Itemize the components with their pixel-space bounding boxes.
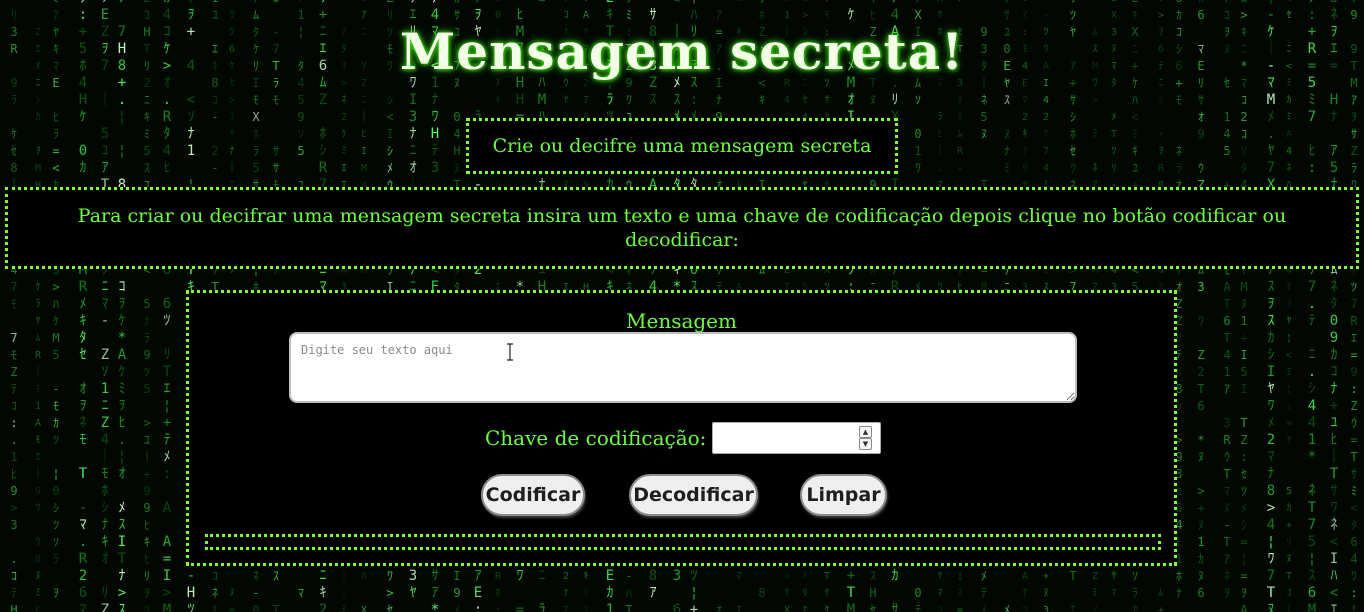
rain-column: ﾐ ｱ ﾔ ｷ ﾏ E ﾋ ﾗ = < ｶ E ﾅ ｼ R 3 > ﾊ ｹ M … — [52, 0, 60, 600]
instructions-text: Para criar ou decifrar uma mensagem secr… — [77, 205, 1287, 251]
rain-column: ﾂ E Z ｦ 7 ｜ 5 ﾕ ｱ T = ｦ ﾘ T ﾀ ﾆ ﾏ - Z ｿ … — [98, 0, 112, 612]
rain-column: ﾃ ｺ ｦ ﾇ ｾ 1 4 5 + ｜ E 8 ｾ A T 6 T 4 1 ｱ … — [1221, 0, 1233, 600]
result-output — [205, 534, 1161, 550]
clear-button[interactable]: Limpar — [800, 474, 887, 516]
message-label: Mensagem — [626, 309, 737, 333]
rain-column: ｼ : + R = 5 ﾐ 7 ﾋ : * ﾐ ｦ ｻ ｿ 7 . ﾃ ﾆ . … — [1307, 0, 1317, 612]
key-row: Chave de codificação: ▲ ▼ — [189, 422, 1174, 456]
key-spinner[interactable]: ▲ ▼ — [859, 426, 872, 450]
instructions-box: Para criar ou decifrar uma mensagem secr… — [5, 187, 1359, 269]
decode-button[interactable]: Decodificar — [629, 474, 758, 516]
encode-button[interactable]: Codificar — [481, 474, 585, 516]
chevron-up-icon[interactable]: ▲ — [859, 426, 872, 438]
key-number-input[interactable] — [712, 422, 881, 454]
rain-column: ｽ 6 ﾏ E ﾘ ｻ ｵ 9 ｳ Z Z ﾗ ｾ ﾑ 3 ﾜ Z 2 T 6 … — [1197, 0, 1205, 600]
subtitle-text: Crie ou decifre uma mensagem secreta — [492, 135, 872, 157]
rain-column: Z ｴ ｵ ﾆ ｼ ｶ ｦ M H ﾎ ｶ ﾇ ﾓ * ｹ ﾗ ﾔ ﾑ R ｜ … — [33, 27, 43, 612]
rain-column: ｶ 4 ｺ ｹ > ｵ . R ﾀ 4 ﾋ . 2 = ﾀ ｦ 8 6 ﾂ ﾘ … — [162, 0, 172, 612]
rain-column: ﾂ 7 H 8 + . ¦ ¦ 8 ｺ I 0 ｺ ｦ ｹ * A ｹ ﾐ ｦ … — [117, 0, 127, 612]
page-title: Mensagem secreta! — [399, 22, 965, 81]
rain-column: ｦ : + 5 ﾎ 4 H ｹ 0 ｶ ﾊ ｷ X * M R ﾒ ｷ ﾀ ｾ … — [78, 0, 88, 612]
rain-column: 2 ｺ H T ﾘ 2 ﾆ ｷ ﾐ 5 ｽ ﾕ - ¦ ｦ < 5 ﾅ ﾗ 9 … — [140, 0, 153, 612]
rain-column: ﾘ 3 R 9 ﾗ ｹ ｾ 8 ｜ 1 T ｶ = 4 7 ﾓ 7 ﾓ Z ﾃ … — [7, 8, 20, 612]
cipher-form: Mensagem Chave de codificação: ▲ ▼ Codif… — [186, 290, 1177, 566]
chevron-down-icon[interactable]: ▼ — [859, 438, 872, 450]
rain-column: ﾑ > ｷ ﾆ * ﾏ ｺ 2 ｺ ｿ ﾀ 4 A ｷ ｴ ｳ ﾔ M ﾇ 1 … — [1240, 0, 1248, 612]
rain-column: 4 ｾ ﾆ < ﾐ ｶ ﾐ A 4 ﾈ ﾊ ｶ ¦ ﾑ I 4 ｾ ｦ ﾔ ¦ … — [1284, 0, 1294, 612]
rain-column: ｿ 9 9 T M ｱ ｦ ｻ Z ﾗ ﾜ ﾏ ﾓ ｻ * ｹ ﾂ 7 R ｴ … — [1350, 0, 1358, 612]
rain-column: ¦ - ｹ ｜ - ﾏ M ﾒ . ﾔ 7 X ﾑ Z ﾘ : ﾅ ｽ ｦ ｽ … — [1264, 0, 1278, 612]
key-label: Chave de codificação: — [485, 426, 707, 450]
subtitle-box: Crie ou decifre uma mensagem secreta — [466, 118, 898, 174]
message-textarea[interactable] — [289, 332, 1077, 403]
rain-column: 3 ﾈ ｦ ｴ = H ﾅ ｱ 5 ﾅ ﾓ ﾜ - ｷ ﾑ ﾈ ﾀ 0 9 ｶ … — [1327, 0, 1341, 612]
